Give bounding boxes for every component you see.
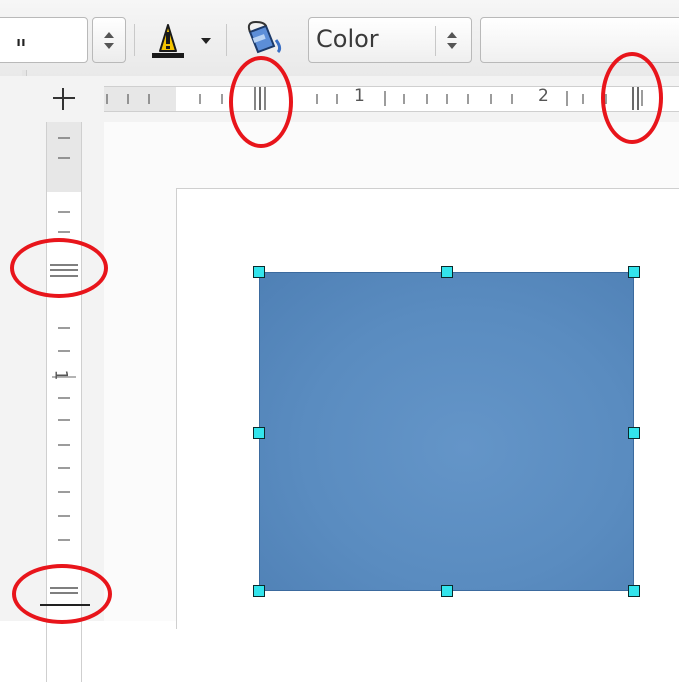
resize-handle-bottom[interactable]	[441, 585, 453, 597]
annotation-circle	[10, 238, 108, 298]
ruler-origin-icon[interactable]	[48, 84, 78, 112]
annotation-circle	[601, 52, 663, 144]
resize-handle-bottom-right[interactable]	[628, 585, 640, 597]
resize-handle-top-right[interactable]	[628, 266, 640, 278]
resize-handle-top[interactable]	[441, 266, 453, 278]
ruler-number: 1	[354, 86, 365, 106]
annotation-circle	[12, 564, 112, 624]
ruler-number: 2	[538, 86, 549, 106]
resize-handle-bottom-left[interactable]	[253, 585, 265, 597]
resize-handle-top-left[interactable]	[253, 266, 265, 278]
rectangle-shape[interactable]	[259, 272, 634, 591]
annotation-circle	[229, 56, 293, 148]
resize-handle-right[interactable]	[628, 427, 640, 439]
resize-handle-left[interactable]	[253, 427, 265, 439]
ruler-number: 1	[50, 369, 71, 381]
